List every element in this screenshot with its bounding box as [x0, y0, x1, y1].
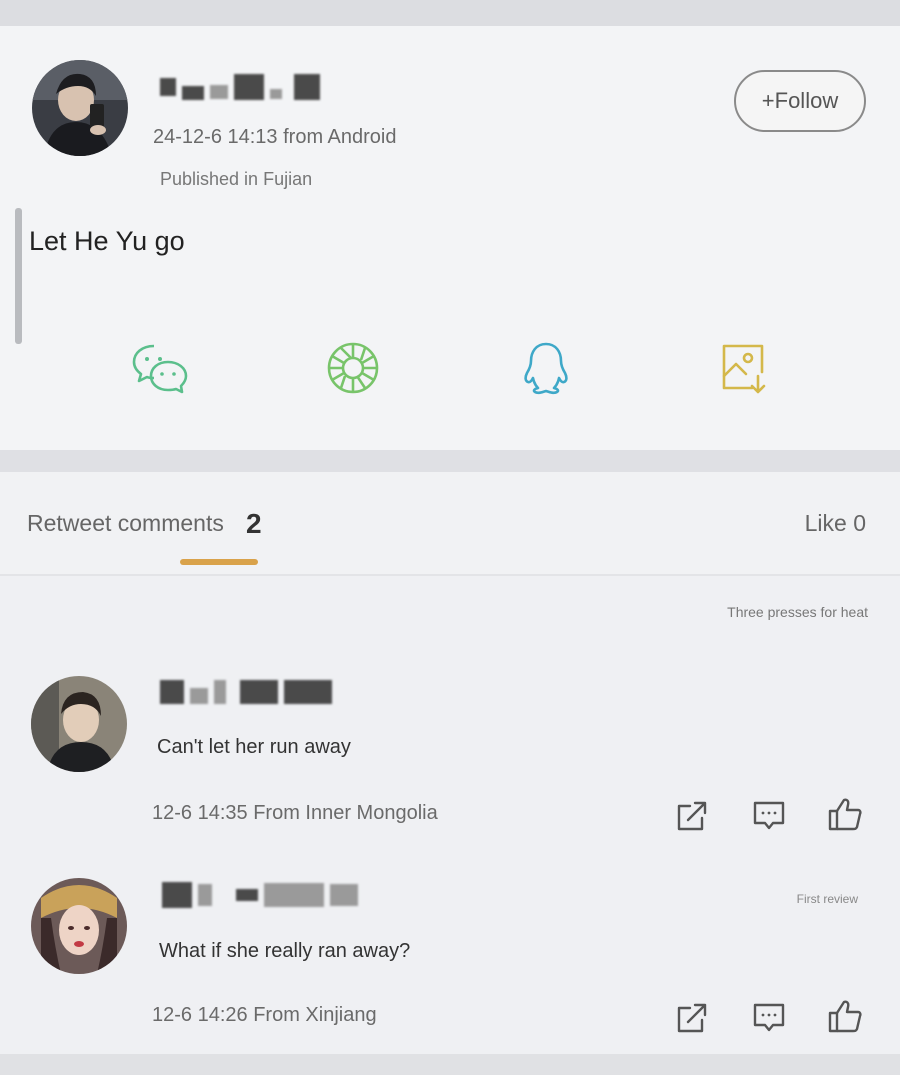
follow-button[interactable]: +Follow: [734, 70, 866, 132]
comment-text: What if she really ran away?: [159, 940, 411, 962]
tab-retweet-comments[interactable]: Retweet comments: [27, 510, 224, 537]
comment-text: Can't let her run away: [157, 736, 351, 758]
weibo-post-screen: 24-12-6 14:13 from Android Published in …: [0, 0, 900, 1075]
content-indicator-bar: [15, 208, 22, 344]
sort-by-heat[interactable]: Three presses for heat: [727, 604, 868, 620]
repost-icon[interactable]: [674, 798, 710, 834]
commenter-avatar[interactable]: [31, 878, 127, 974]
commenter-name-pixelated[interactable]: [160, 680, 332, 704]
first-review-badge: First review: [796, 892, 858, 906]
repost-icon[interactable]: [674, 1000, 710, 1036]
save-image-icon[interactable]: [714, 338, 774, 398]
top-bar: [0, 0, 900, 26]
post-location: Published in Fujian: [160, 169, 313, 189]
commenter-avatar[interactable]: [31, 676, 127, 772]
section-divider: [0, 450, 900, 472]
tab-likes[interactable]: Like 0: [805, 510, 866, 537]
bottom-band: [0, 1054, 900, 1075]
post-text: Let He Yu go: [29, 226, 185, 256]
comments-list: Three presses for heat Can't let her run…: [0, 574, 900, 1054]
like-icon[interactable]: [827, 998, 863, 1034]
wechat-icon[interactable]: [130, 338, 190, 398]
comment-tabs: Retweet comments 2 Like 0: [0, 472, 900, 574]
author-avatar[interactable]: [32, 60, 128, 156]
author-name-pixelated[interactable]: [160, 74, 320, 100]
comment-meta: 12-6 14:26 From Xinjiang: [152, 1004, 377, 1026]
moments-icon[interactable]: [323, 338, 383, 398]
active-tab-indicator: [180, 559, 258, 565]
post-card: 24-12-6 14:13 from Android Published in …: [0, 26, 900, 450]
like-icon[interactable]: [827, 796, 863, 832]
comment-item: First review What if she really ran away…: [0, 874, 900, 1074]
commenter-name-pixelated[interactable]: [162, 882, 358, 908]
post-time-source: 24-12-6 14:13 from Android: [153, 126, 397, 148]
qq-icon[interactable]: [516, 338, 576, 398]
comment-meta: 12-6 14:35 From Inner Mongolia: [152, 802, 438, 824]
retweet-comments-count: 2: [246, 508, 262, 539]
reply-icon[interactable]: [751, 798, 787, 834]
comment-item: Can't let her run away 12-6 14:35 From I…: [0, 672, 900, 872]
reply-icon[interactable]: [751, 1000, 787, 1036]
